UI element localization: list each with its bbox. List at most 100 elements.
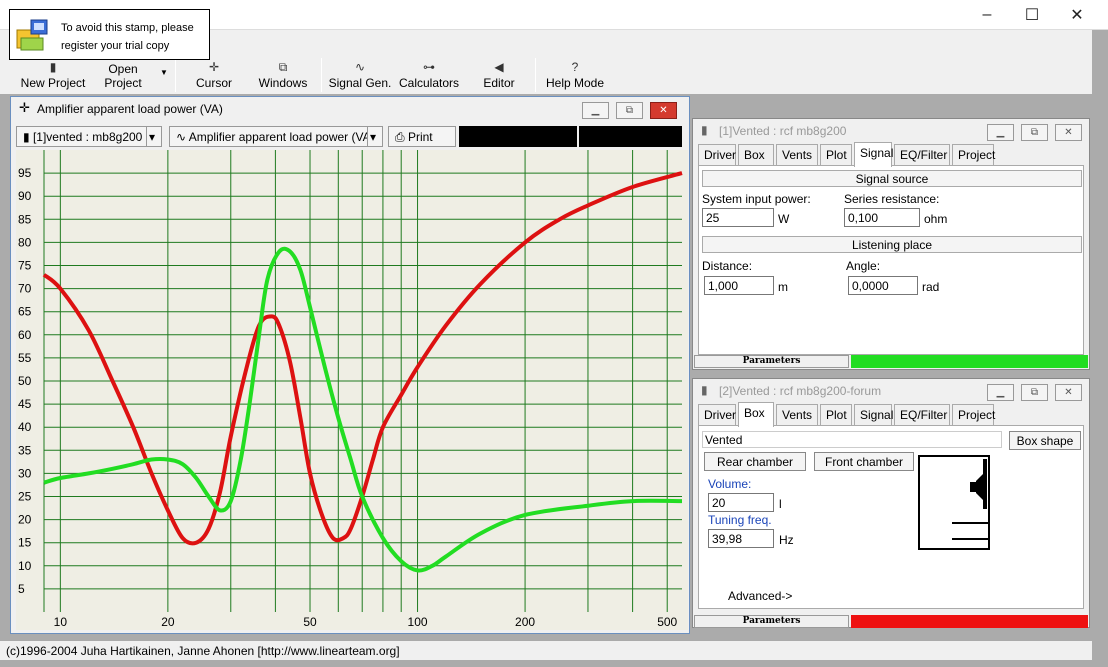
- parameters-label: Parameters: [694, 615, 849, 628]
- y-tick-label: 5: [18, 582, 25, 596]
- y-tick-label: 25: [18, 490, 32, 504]
- listening-place-header: Listening place: [702, 236, 1082, 253]
- signal-tab-driver[interactable]: Driver: [698, 144, 736, 166]
- rear-chamber-button[interactable]: Rear chamber: [704, 452, 806, 471]
- print-button[interactable]: ⎙ Print: [388, 126, 456, 147]
- speaker-icon: ▮: [701, 383, 708, 397]
- x-tick-label: 10: [54, 615, 68, 629]
- y-tick-label: 35: [18, 443, 32, 457]
- sliders-icon: ⊶: [423, 60, 435, 74]
- printer-icon: ⎙: [395, 130, 408, 144]
- graph-select-value: Amplifier apparent load power (VA): [188, 130, 375, 144]
- y-tick-label: 65: [18, 305, 32, 319]
- open-project-button[interactable]: ▭ Open Project: [88, 47, 158, 94]
- signal-tab-box[interactable]: Box: [738, 144, 774, 166]
- box-tab-plot[interactable]: Plot: [820, 404, 852, 426]
- y-tick-label: 85: [18, 212, 32, 226]
- series-resistance-field[interactable]: 0,100: [844, 208, 920, 227]
- signal-window-title: [1]Vented : rcf mb8g200: [719, 124, 847, 138]
- registration-icon: [16, 19, 48, 51]
- tuning-label: Tuning freq.: [708, 513, 772, 527]
- chart-minimize-button[interactable]: ▁: [582, 102, 609, 119]
- box-restore-button[interactable]: ⧉: [1021, 384, 1048, 401]
- windows-button[interactable]: ⧉ Windows: [254, 58, 312, 94]
- chevron-down-icon[interactable]: ▾: [146, 126, 162, 147]
- volume-field[interactable]: 20: [708, 493, 774, 512]
- angle-field[interactable]: 0,0000: [848, 276, 918, 295]
- box-tab-signal[interactable]: Signal: [854, 404, 893, 426]
- signal-minimize-button[interactable]: ▁: [987, 124, 1014, 141]
- box-shape-button[interactable]: Box shape: [1009, 431, 1081, 450]
- project-select[interactable]: ▮ [1]vented : mb8g200: [16, 126, 162, 147]
- toolbar-separator: [535, 58, 536, 92]
- signal-tab-project[interactable]: Project: [952, 144, 995, 166]
- signal-tab-vents[interactable]: Vents: [776, 144, 818, 166]
- signal-gen-label: Signal Gen.: [328, 76, 392, 90]
- signal-restore-button[interactable]: ⧉: [1021, 124, 1048, 141]
- new-project-button[interactable]: ▮ New Project: [20, 58, 86, 94]
- x-tick-label: 50: [303, 615, 317, 629]
- front-chamber-button[interactable]: Front chamber: [814, 452, 914, 471]
- chevron-down-icon: ▼: [160, 68, 168, 77]
- maximize-button[interactable]: ☐: [1009, 2, 1055, 28]
- document-icon: ▮: [49, 60, 57, 74]
- y-tick-label: 45: [18, 397, 32, 411]
- system-input-power-field[interactable]: 25: [702, 208, 774, 227]
- y-tick-label: 30: [18, 466, 32, 480]
- y-tick-label: 15: [18, 536, 32, 550]
- signal-close-button[interactable]: ✕: [1055, 124, 1082, 141]
- chart-close-button[interactable]: ✕: [650, 102, 677, 119]
- distance-field[interactable]: 1,000: [704, 276, 774, 295]
- crosshair-icon: ✛: [19, 100, 30, 115]
- box-tab-eqfilter[interactable]: EQ/Filter: [894, 404, 950, 426]
- y-tick-label: 70: [18, 282, 32, 296]
- tuning-field[interactable]: 39,98: [708, 529, 774, 548]
- signal-source-header: Signal source: [702, 170, 1082, 187]
- signal-tab-eqfilter[interactable]: EQ/Filter: [894, 144, 950, 166]
- help-mode-button[interactable]: ? Help Mode: [542, 58, 608, 94]
- open-project-dropdown[interactable]: ▼: [156, 58, 172, 94]
- distance-label: Distance:: [702, 259, 753, 273]
- box-close-button[interactable]: ✕: [1055, 384, 1082, 401]
- calculators-button[interactable]: ⊶ Calculators: [398, 58, 460, 94]
- question-icon: ?: [571, 60, 579, 74]
- x-tick-label: 500: [657, 615, 677, 629]
- chart-svg[interactable]: 5 10 15 20 25 30 35 40 45 50 55 60 65 70 75 80 85 90 95 10 2…: [16, 150, 688, 630]
- sine-wave-icon: ∿: [176, 130, 189, 144]
- plot-area[interactable]: 5 10 15 20 25 30 35 40 45 50 55 60 65 70 75 80 85 90 95 10 2…: [16, 150, 688, 630]
- box-tab-vents[interactable]: Vents: [776, 404, 818, 426]
- sine-wave-icon: ∿: [354, 60, 366, 74]
- chart-restore-button[interactable]: ⧉: [616, 102, 643, 119]
- editor-label: Editor: [483, 76, 515, 90]
- cursor-label: Cursor: [195, 76, 232, 90]
- box-panel: Vented Box shape Rear chamber Front cham…: [698, 425, 1084, 609]
- angle-unit: rad: [922, 280, 940, 294]
- signal-tab-signal[interactable]: Signal: [854, 142, 893, 167]
- speaker-icon: ▮: [701, 123, 708, 137]
- box-minimize-button[interactable]: ▁: [987, 384, 1014, 401]
- signal-window: ▮ [1]Vented : rcf mb8g200 ▁ ⧉ ✕ Driver Bo…: [692, 118, 1090, 370]
- signal-tab-plot[interactable]: Plot: [820, 144, 852, 166]
- close-button[interactable]: ✕: [1054, 2, 1100, 28]
- box-tab-project[interactable]: Project: [952, 404, 995, 426]
- stamp-line-2: register your trial copy: [61, 40, 170, 52]
- distance-unit: m: [778, 280, 788, 294]
- advanced-link[interactable]: Advanced->: [728, 589, 792, 603]
- x-tick-label: 100: [408, 615, 428, 629]
- graph-select[interactable]: ∿ Amplifier apparent load power (VA): [169, 126, 383, 147]
- status-bar: (c)1996-2004 Juha Hartikainen, Janne Aho…: [0, 640, 1092, 660]
- box-tab-box[interactable]: Box: [738, 402, 774, 427]
- minimize-button[interactable]: –: [964, 2, 1010, 28]
- parameters-label: Parameters: [694, 355, 849, 368]
- cursor-readout-y: [579, 126, 682, 147]
- tuning-unit: Hz: [779, 533, 794, 547]
- box-parameters-bar: Parameters: [694, 615, 1088, 628]
- chevron-down-icon[interactable]: ▾: [367, 126, 383, 147]
- editor-button[interactable]: ◀ Editor: [474, 58, 524, 94]
- toolbar-separator: [321, 58, 322, 92]
- cursor-button[interactable]: ✛ Cursor: [186, 58, 242, 94]
- cursor-readout-x: [459, 126, 577, 147]
- box-tab-driver[interactable]: Driver: [698, 404, 736, 426]
- signal-gen-button[interactable]: ∿ Signal Gen.: [328, 58, 392, 94]
- box-type[interactable]: Vented: [702, 431, 1002, 448]
